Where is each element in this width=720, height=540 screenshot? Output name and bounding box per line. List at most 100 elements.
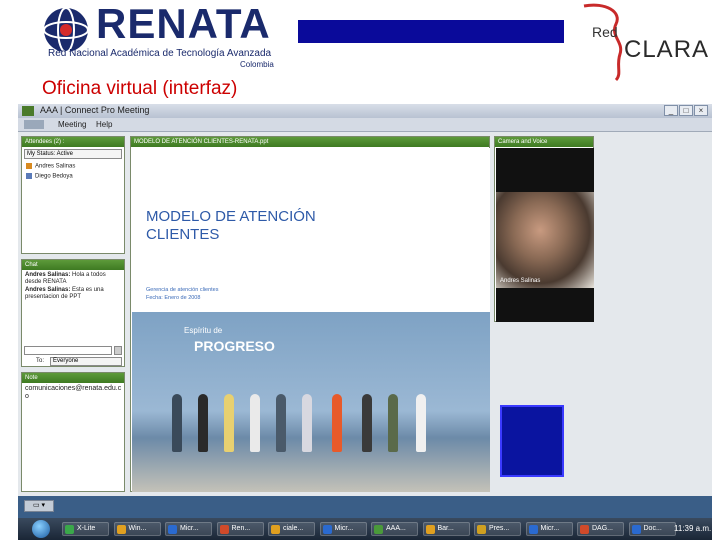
attendee-name: Andres Salinas <box>35 163 76 170</box>
start-button[interactable] <box>32 520 50 538</box>
menu-help[interactable]: Help <box>96 120 112 129</box>
taskbar-item-label: DAG... <box>592 525 614 532</box>
app-icon <box>22 106 34 116</box>
chat-message: Andres Salinas: Esta es una presentacion… <box>25 287 123 301</box>
taskbar-item[interactable]: Micr... <box>525 522 573 536</box>
app-icon <box>116 525 126 534</box>
slide-photo-caption: Espíritu de <box>184 326 223 335</box>
taskbar-item-label: Ren... <box>231 525 251 532</box>
taskbar-item-label: Micr... <box>180 525 199 532</box>
taskbar-item-label: Doc... <box>643 525 662 532</box>
taskbar-item[interactable]: Micr... <box>319 522 367 536</box>
taskbar-item[interactable]: Win... <box>113 522 161 536</box>
person-figure <box>302 394 312 452</box>
attendee-item[interactable]: Diego Bedoya <box>26 173 73 180</box>
menu-meeting[interactable]: Meeting <box>58 120 86 129</box>
windows-taskbar: X-Lite Win... Micr... Ren... ciale... Micr...… <box>18 518 712 540</box>
host-icon <box>26 163 32 169</box>
maximize-button[interactable]: □ <box>679 105 693 116</box>
note-pod: Note comunicaciones@renata.edu.co <box>21 372 125 492</box>
person-figure <box>362 394 372 452</box>
taskbar-item[interactable]: Pres... <box>474 522 521 536</box>
app-icon <box>580 525 589 534</box>
person-figure <box>276 394 286 452</box>
app-icon <box>219 525 229 534</box>
share-pod: MODELO DE ATENCIÓN CLIENTES-RENATA.ppt M… <box>130 136 490 492</box>
chat-recipient-select[interactable]: Everyone <box>50 357 122 366</box>
chat-message: Andres Salinas: Hola a todos desde RENAT… <box>25 272 123 286</box>
attendee-item[interactable]: Andres Salinas <box>26 163 75 170</box>
slide-heading: MODELO DE ATENCIÓN CLIENTES <box>146 208 316 244</box>
taskbar-item[interactable]: Micr... <box>165 522 212 536</box>
attendees-pod-title: Attendees (2) : <box>22 137 124 147</box>
menu-bar: Meeting Help <box>18 118 712 132</box>
webcam-video <box>496 192 594 288</box>
slide-photo: Espíritu de PROGRESO <box>132 312 490 492</box>
taskbar-clock: 11:39 a.m. <box>674 524 712 533</box>
app-icon <box>65 525 74 534</box>
slide-meta: Gerencia de atención clientes Fecha: Ene… <box>146 286 218 302</box>
slide-heading-line: CLIENTES <box>146 226 220 243</box>
attendees-pod: Attendees (2) : My Status: Active Andres… <box>21 136 125 254</box>
taskbar-item-label: Pres... <box>489 525 510 532</box>
person-figure <box>332 394 342 452</box>
close-button[interactable]: × <box>694 105 708 116</box>
meeting-room: Attendees (2) : My Status: Active Andres… <box>18 132 712 496</box>
shared-slide: MODELO DE ATENCIÓN CLIENTES Gerencia de … <box>132 148 490 492</box>
renata-wordmark: RENATA <box>96 0 271 47</box>
camera-pod-title: Camera and Voice <box>495 137 593 147</box>
chat-send-button[interactable] <box>114 346 122 355</box>
window-title: AAA | Connect Pro Meeting <box>40 105 150 115</box>
taskbar-item[interactable]: Ren... <box>216 522 264 536</box>
app-icon <box>477 525 486 534</box>
meeting-screenshot: AAA | Connect Pro Meeting _ □ × Meeting … <box>18 104 712 540</box>
app-icon <box>528 525 538 534</box>
chat-to-label: To: <box>36 358 45 364</box>
renata-country: Colombia <box>240 60 274 69</box>
taskbar-item-label: X-Lite <box>77 525 96 532</box>
status-select[interactable]: My Status: Active <box>24 149 122 159</box>
app-icon <box>631 525 641 534</box>
minimize-button[interactable]: _ <box>664 105 678 116</box>
note-text[interactable]: comunicaciones@renata.edu.co <box>25 385 123 401</box>
redclara-red-text: Red <box>592 24 618 40</box>
redclara-logo: Red CLARA <box>576 2 708 82</box>
person-figure <box>416 394 426 452</box>
camera-speaker-name: Andres Salinas <box>500 278 541 284</box>
slide-meta-line: Fecha: Enero de 2008 <box>146 295 201 301</box>
camera-pod: Camera and Voice Andres Salinas <box>494 136 594 322</box>
chat-pod-title: Chat <box>22 260 124 270</box>
taskbar-item[interactable]: Doc... <box>628 522 676 536</box>
meeting-footer: ▭ ▾ <box>18 496 712 518</box>
window-titlebar: AAA | Connect Pro Meeting _ □ × <box>18 104 712 118</box>
app-icon <box>322 525 332 534</box>
app-icon <box>168 525 177 534</box>
share-pod-title: MODELO DE ATENCIÓN CLIENTES-RENATA.ppt <box>131 137 489 147</box>
participant-icon <box>26 173 32 179</box>
attendee-name: Diego Bedoya <box>35 173 73 180</box>
layout-menu-button[interactable]: ▭ ▾ <box>24 500 54 512</box>
person-figure <box>172 394 182 452</box>
app-icon <box>425 525 435 534</box>
chat-input[interactable] <box>24 346 112 355</box>
slide-photo-title: PROGRESO <box>194 338 275 354</box>
taskbar-item[interactable]: ciale... <box>268 522 315 536</box>
slide-heading-line: MODELO DE ATENCIÓN <box>146 208 316 225</box>
taskbar-item[interactable]: X-Lite <box>62 522 109 536</box>
app-icon <box>374 525 383 534</box>
taskbar-item[interactable]: Bar... <box>422 522 470 536</box>
taskbar-item-label: AAA... <box>386 525 406 532</box>
overlay-blue-box <box>500 405 564 477</box>
header-blue-bar <box>298 20 564 43</box>
taskbar-item-label: ciale... <box>283 525 304 532</box>
taskbar-item[interactable]: DAG... <box>577 522 624 536</box>
person-figure <box>198 394 208 452</box>
taskbar-item-label: Micr... <box>334 525 354 532</box>
renata-logo: RENATA Red Nacional Académica de Tecnolo… <box>40 0 300 70</box>
chat-author: Andres Salinas: <box>25 287 71 293</box>
chat-author: Andres Salinas: <box>25 272 71 278</box>
taskbar-item-label: Micr... <box>540 525 560 532</box>
taskbar-item[interactable]: AAA... <box>371 522 418 536</box>
person-figure <box>250 394 260 452</box>
app-icon <box>271 525 280 534</box>
